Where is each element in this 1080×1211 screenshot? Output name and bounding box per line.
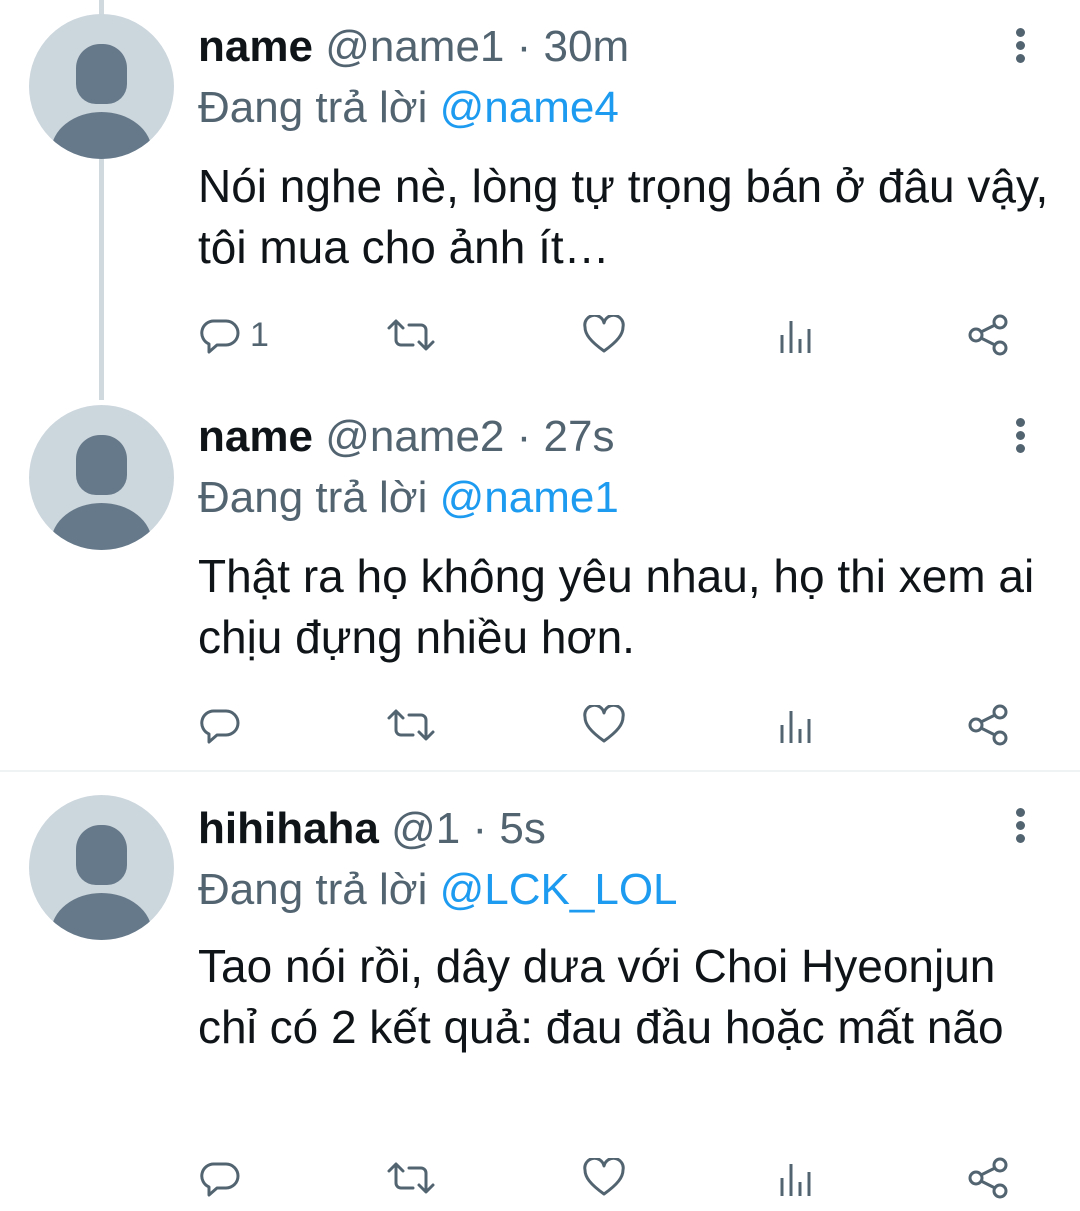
avatar[interactable] [29,795,174,940]
share-button[interactable] [966,700,1010,750]
tweet[interactable]: hihihaha @1 · 5s Đang trả lời @LCK_LOL T… [0,780,1080,1211]
views-button[interactable] [778,310,816,360]
mention-link[interactable]: @name4 [440,83,619,132]
share-icon [968,704,1008,746]
more-vertical-icon[interactable] [1010,28,1032,64]
reply-button[interactable]: 1 [200,310,269,360]
reply-button[interactable] [200,700,250,750]
retweet-icon [387,1162,435,1194]
reply-count: 1 [250,315,269,354]
tweet-text: Thật ra họ không yêu nhau, họ thi xem ai… [198,550,1035,663]
retweet-button[interactable] [386,310,436,360]
timestamp[interactable]: 5s [499,804,545,853]
replying-to: Đang trả lời @name4 [198,86,619,130]
reply-icon [200,709,240,744]
separator-dot: · [516,412,532,461]
like-icon [583,1158,625,1196]
retweet-icon [387,319,435,351]
views-icon [780,711,811,743]
tweet[interactable]: name @name2 · 27s Đang trả lời @name1 Th… [0,390,1080,770]
like-button[interactable] [582,1153,626,1203]
tweet[interactable]: name @name1 · 30m Đang trả lời @name4 Nó… [0,0,1080,390]
like-icon [583,315,625,353]
more-vertical-icon[interactable] [1010,808,1032,844]
views-icon [780,1164,811,1196]
avatar[interactable] [29,405,174,550]
views-icon [780,321,811,353]
action-bar: 1 [0,310,1080,360]
replying-to-label: Đang trả lời [198,83,428,132]
views-button[interactable] [778,700,816,750]
views-button[interactable] [778,1153,816,1203]
display-name[interactable]: name [198,412,313,461]
replying-to-label: Đang trả lời [198,473,428,522]
like-icon [583,705,625,743]
tweet-header: hihihaha @1 · 5s [198,807,546,851]
retweet-button[interactable] [386,1153,436,1203]
replying-to: Đang trả lời @name1 [198,476,619,520]
avatar[interactable] [29,14,174,159]
like-button[interactable] [582,700,626,750]
share-icon [968,1157,1008,1199]
replying-to: Đang trả lời @LCK_LOL [198,868,678,912]
tweet-header: name @name1 · 30m [198,25,629,69]
tweet-text: Nói nghe nè, lòng tự trọng bán ở đâu vậy… [198,160,1049,273]
share-icon [968,314,1008,356]
action-bar [0,700,1080,750]
mention-link[interactable]: @LCK_LOL [440,865,678,914]
replying-to-label: Đang trả lời [198,865,428,914]
tweet-header: name @name2 · 27s [198,415,614,459]
separator-dot: · [516,22,532,71]
reply-icon [200,319,240,354]
user-handle[interactable]: @1 [391,804,460,853]
user-handle[interactable]: @name1 [325,22,504,71]
retweet-button[interactable] [386,700,436,750]
action-bar [0,1153,1080,1203]
separator-dot: · [472,804,488,853]
retweet-icon [387,709,435,741]
user-handle[interactable]: @name2 [325,412,504,461]
display-name[interactable]: hihihaha [198,804,379,853]
tweet-text: Tao nói rồi, dây dưa với Choi Hyeonjun c… [198,940,1004,1053]
like-button[interactable] [582,310,626,360]
more-vertical-icon[interactable] [1010,418,1032,454]
tweet-divider [0,770,1080,772]
timestamp[interactable]: 30m [544,22,630,71]
timestamp[interactable]: 27s [544,412,615,461]
mention-link[interactable]: @name1 [440,473,619,522]
reply-button[interactable] [200,1153,250,1203]
display-name[interactable]: name [198,22,313,71]
reply-icon [200,1162,240,1197]
share-button[interactable] [966,310,1010,360]
share-button[interactable] [966,1153,1010,1203]
